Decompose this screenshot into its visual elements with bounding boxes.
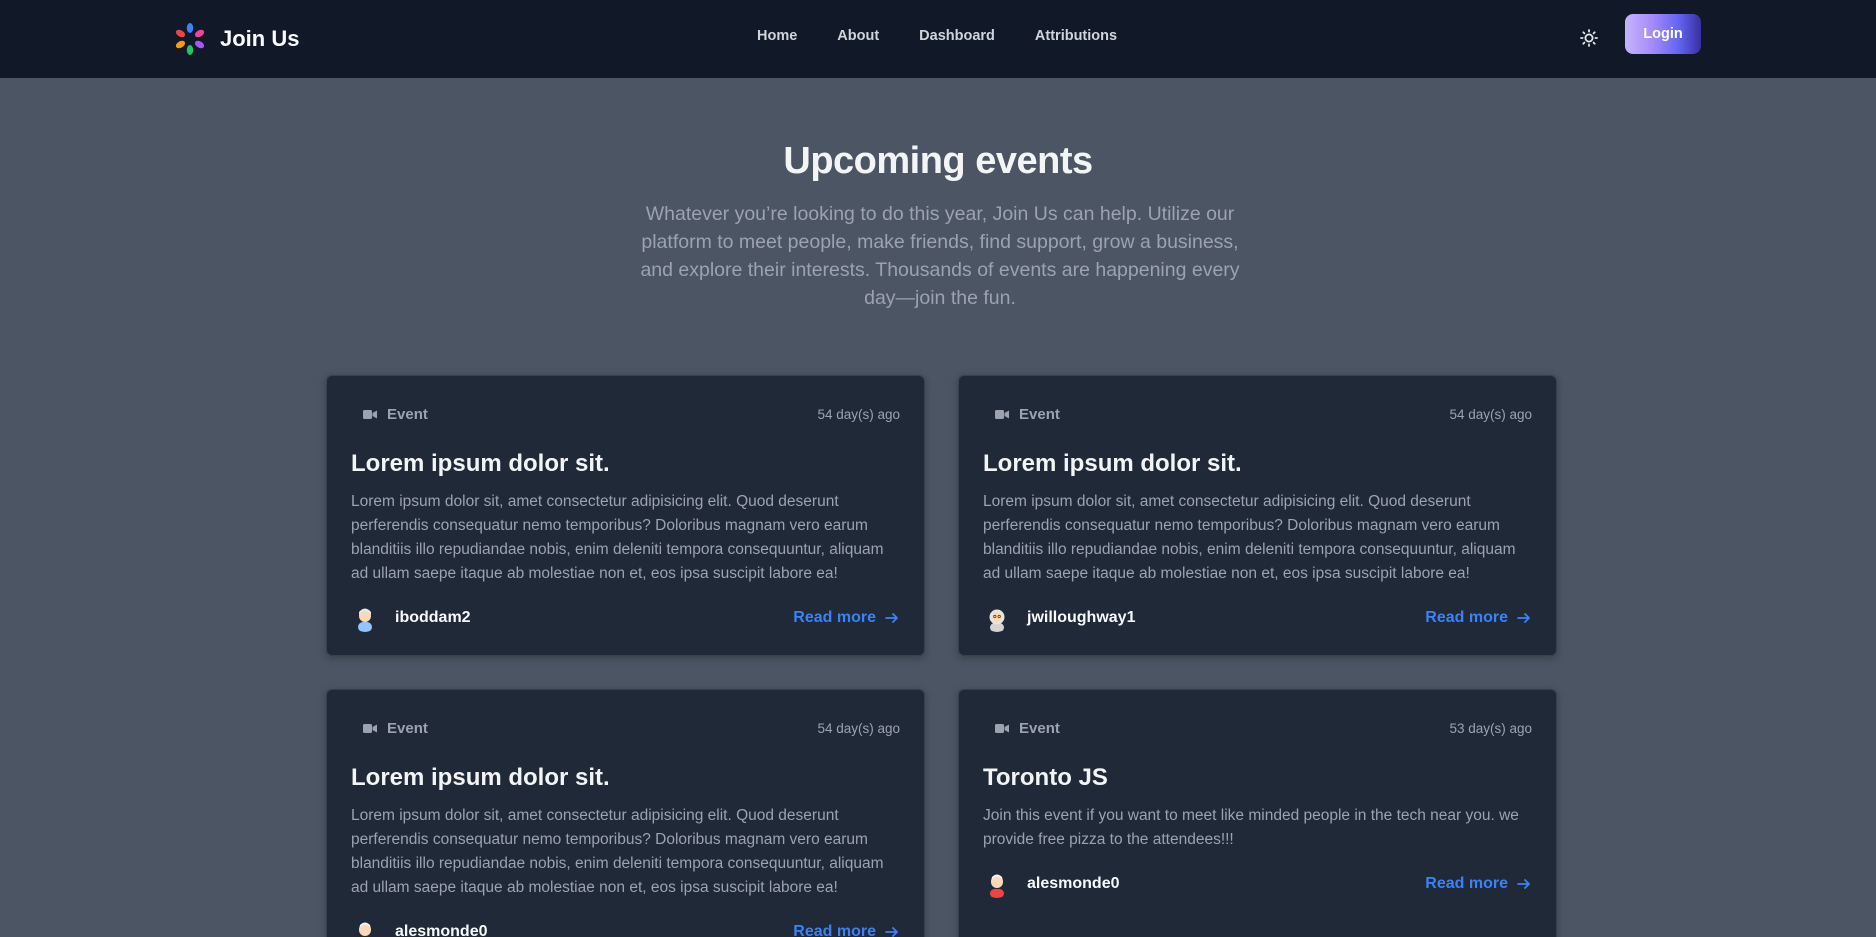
author-name[interactable]: jwilloughway1 [1027, 609, 1135, 627]
read-more-label: Read more [1425, 875, 1508, 892]
card-meta: Event 54 day(s) ago [351, 404, 900, 424]
event-title[interactable]: Lorem ipsum dolor sit. [351, 450, 610, 478]
event-author: jwilloughway1 [983, 604, 1135, 632]
event-card: Event 54 day(s) ago Lorem ipsum dolor si… [958, 375, 1557, 656]
main-nav: Home About Dashboard Attributions [757, 28, 1117, 44]
author-name[interactable]: alesmonde0 [395, 923, 487, 937]
avatar [983, 870, 1011, 898]
event-card: Event 54 day(s) ago Lorem ipsum dolor si… [326, 375, 925, 656]
event-author: alesmonde0 [351, 918, 487, 937]
page-intro: Whatever you’re looking to do this year,… [640, 203, 1240, 309]
nav-link-dashboard[interactable]: Dashboard [919, 28, 995, 44]
read-more-link[interactable]: Read more [1425, 609, 1532, 627]
video-icon [363, 407, 381, 421]
arrow-right-icon [1517, 613, 1530, 623]
event-type-badge: Event [351, 406, 428, 423]
page-title: Upcoming events [783, 140, 1093, 182]
arrow-right-icon [885, 927, 898, 937]
flower-logo-icon [175, 23, 205, 55]
event-time: 53 day(s) ago [1449, 720, 1532, 736]
card-meta: Event 53 day(s) ago [983, 718, 1532, 738]
event-description: Lorem ipsum dolor sit, amet consectetur … [351, 807, 884, 896]
card-footer: alesmonde0 Read more [351, 916, 900, 937]
event-title[interactable]: Lorem ipsum dolor sit. [983, 450, 1242, 478]
avatar [351, 604, 379, 632]
event-type-badge: Event [983, 406, 1060, 423]
read-more-label: Read more [793, 609, 876, 626]
video-icon [995, 407, 1013, 421]
card-footer: iboddam2 Read more [351, 602, 900, 634]
read-more-link[interactable]: Read more [1425, 875, 1532, 893]
event-card: Event 54 day(s) ago Lorem ipsum dolor si… [326, 689, 925, 937]
avatar [983, 604, 1011, 632]
card-footer: alesmonde0 Read more [983, 868, 1532, 900]
event-type-label: Event [387, 405, 428, 423]
login-button[interactable]: Login [1625, 14, 1701, 54]
event-description: Lorem ipsum dolor sit, amet consectetur … [983, 493, 1516, 582]
event-time: 54 day(s) ago [817, 406, 900, 422]
event-type-label: Event [1019, 405, 1060, 423]
brand-link[interactable]: Join Us [172, 20, 299, 58]
video-icon [995, 721, 1013, 735]
event-description: Lorem ipsum dolor sit, amet consectetur … [351, 493, 884, 582]
arrow-right-icon [1517, 879, 1530, 889]
event-time: 54 day(s) ago [1449, 406, 1532, 422]
event-type-label: Event [387, 719, 428, 737]
event-author: iboddam2 [351, 604, 471, 632]
read-more-link[interactable]: Read more [793, 923, 900, 937]
event-title[interactable]: Lorem ipsum dolor sit. [351, 764, 610, 792]
read-more-label: Read more [793, 923, 876, 937]
card-meta: Event 54 day(s) ago [351, 718, 900, 738]
nav-link-about[interactable]: About [837, 28, 879, 44]
theme-toggle-button[interactable] [1578, 27, 1600, 49]
nav-link-attributions[interactable]: Attributions [1035, 28, 1117, 44]
event-author: alesmonde0 [983, 870, 1119, 898]
card-meta: Event 54 day(s) ago [983, 404, 1532, 424]
avatar [351, 918, 379, 937]
sun-icon [1580, 29, 1598, 47]
event-card: Event 53 day(s) ago Toronto JS Join this… [958, 689, 1557, 937]
nav-link-home[interactable]: Home [757, 28, 797, 44]
read-more-label: Read more [1425, 609, 1508, 626]
event-description: Join this event if you want to meet like… [983, 807, 1519, 848]
event-type-badge: Event [983, 720, 1060, 737]
arrow-right-icon [885, 613, 898, 623]
author-name[interactable]: iboddam2 [395, 609, 471, 627]
event-title[interactable]: Toronto JS [983, 764, 1108, 792]
card-footer: jwilloughway1 Read more [983, 602, 1532, 634]
video-icon [363, 721, 381, 735]
event-type-label: Event [1019, 719, 1060, 737]
author-name[interactable]: alesmonde0 [1027, 875, 1119, 893]
brand-name: Join Us [220, 26, 300, 51]
event-type-badge: Event [351, 720, 428, 737]
event-time: 54 day(s) ago [817, 720, 900, 736]
navbar: Join Us Home About Dashboard Attribution… [0, 0, 1876, 78]
read-more-link[interactable]: Read more [793, 609, 900, 627]
